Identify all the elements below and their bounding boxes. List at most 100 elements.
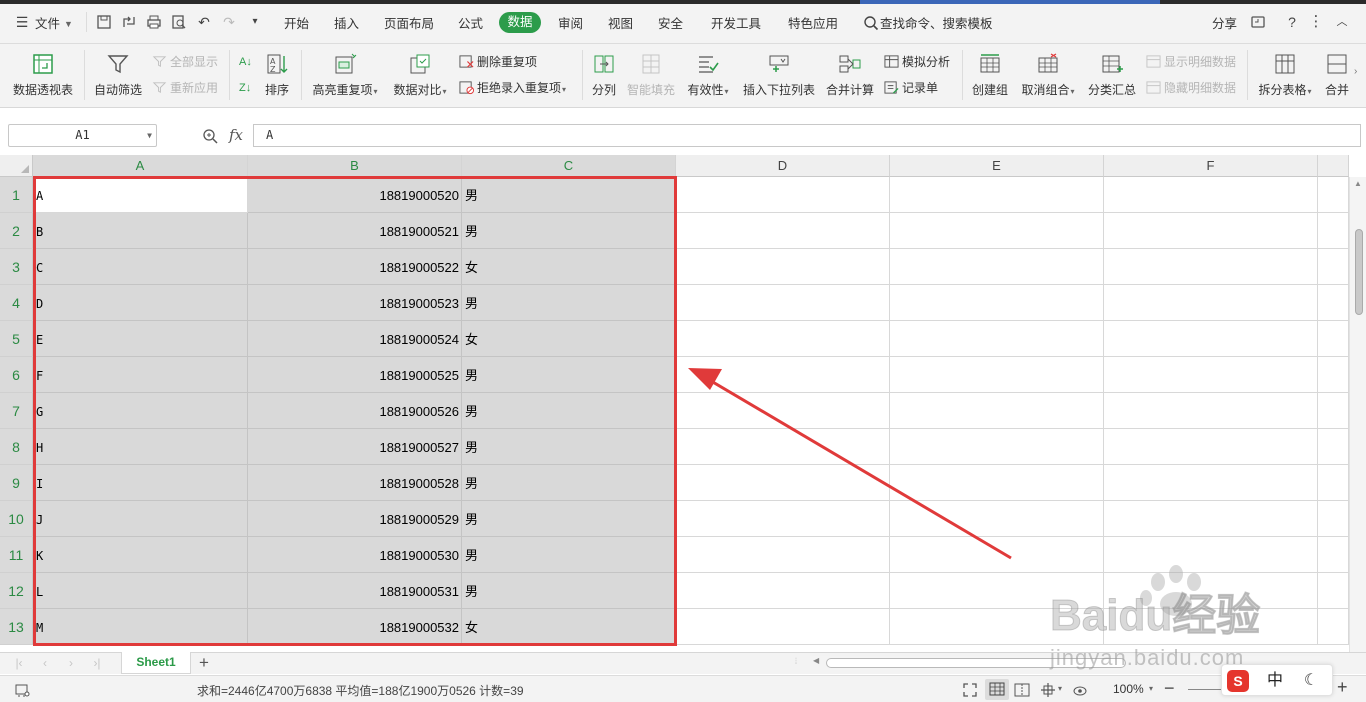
help-icon[interactable]: ? xyxy=(1284,14,1300,30)
cell-d12[interactable] xyxy=(676,573,890,609)
macro-record-icon[interactable] xyxy=(14,682,30,698)
cell-c3[interactable]: 女 xyxy=(462,249,676,285)
file-menu[interactable]: 文件 xyxy=(35,15,60,33)
row-header[interactable]: 9 xyxy=(0,465,33,501)
row-header[interactable]: 7 xyxy=(0,393,33,429)
cell-c5[interactable]: 女 xyxy=(462,321,676,357)
last-sheet-icon[interactable]: ›| xyxy=(90,655,104,671)
cell-f6[interactable] xyxy=(1104,357,1318,393)
row-header[interactable]: 5 xyxy=(0,321,33,357)
column-header-d[interactable]: D xyxy=(676,155,890,177)
ime-toolbar[interactable]: S 中 ☾ xyxy=(1221,664,1333,696)
row-header[interactable]: 2 xyxy=(0,213,33,249)
cell-b5[interactable]: 18819000524 xyxy=(248,321,462,357)
cell-a11[interactable]: K xyxy=(33,537,248,573)
record-form-button[interactable]: 记录单 xyxy=(884,80,938,96)
cell-c4[interactable]: 男 xyxy=(462,285,676,321)
cell-b11[interactable]: 18819000530 xyxy=(248,537,462,573)
tab-review[interactable]: 审阅 xyxy=(558,15,583,33)
save-icon[interactable] xyxy=(96,14,112,30)
cell-b3[interactable]: 18819000522 xyxy=(248,249,462,285)
cell-e4[interactable] xyxy=(890,285,1104,321)
row-header[interactable]: 13 xyxy=(0,609,33,645)
cell-c2[interactable]: 男 xyxy=(462,213,676,249)
tab-view[interactable]: 视图 xyxy=(608,15,633,33)
scroll-left-icon[interactable]: ◀ xyxy=(813,656,819,665)
cell-g12[interactable] xyxy=(1318,573,1349,609)
cell-g6[interactable] xyxy=(1318,357,1349,393)
cell-c6[interactable]: 男 xyxy=(462,357,676,393)
cell-c9[interactable]: 男 xyxy=(462,465,676,501)
cell-b13[interactable]: 18819000532 xyxy=(248,609,462,645)
cell-d4[interactable] xyxy=(676,285,890,321)
row-header[interactable]: 1 xyxy=(0,177,33,213)
ungroup-button[interactable]: 取消组合▾ xyxy=(1018,52,1078,98)
column-header-e[interactable]: E xyxy=(890,155,1104,177)
row-header[interactable]: 12 xyxy=(0,573,33,609)
redo-icon[interactable]: ↷ xyxy=(221,14,237,30)
zoom-formula-icon[interactable] xyxy=(202,128,218,144)
cell-a9[interactable]: I xyxy=(33,465,248,501)
highlight-duplicates-button[interactable]: 高亮重复项▾ xyxy=(309,52,381,98)
create-group-button[interactable]: 创建组 xyxy=(968,52,1012,98)
zoom-slider[interactable] xyxy=(1188,689,1222,690)
cell-a6[interactable]: F xyxy=(33,357,248,393)
row-header[interactable]: 6 xyxy=(0,357,33,393)
cell-e1[interactable] xyxy=(890,177,1104,213)
data-validation-button[interactable]: 有效性▾ xyxy=(684,52,732,98)
more-options-icon[interactable]: ⋮ xyxy=(1308,14,1324,30)
row-header[interactable]: 3 xyxy=(0,249,33,285)
search-icon[interactable] xyxy=(863,15,879,31)
vertical-scrollbar[interactable]: ▲ xyxy=(1349,177,1366,652)
cell-c11[interactable]: 男 xyxy=(462,537,676,573)
what-if-analysis-button[interactable]: 模拟分析 xyxy=(884,54,950,70)
zoom-out-icon[interactable]: − xyxy=(1164,678,1175,699)
name-box[interactable]: A1 ▼ xyxy=(8,124,157,147)
row-header[interactable]: 4 xyxy=(0,285,33,321)
cell-f1[interactable] xyxy=(1104,177,1318,213)
ribbon-scroll-right-icon[interactable]: › xyxy=(1354,66,1357,77)
split-table-button[interactable]: 拆分表格▾ xyxy=(1254,52,1316,98)
cell-d2[interactable] xyxy=(676,213,890,249)
cell-c1[interactable]: 男 xyxy=(462,177,676,213)
cell-g5[interactable] xyxy=(1318,321,1349,357)
subtotal-button[interactable]: 分类汇总 xyxy=(1086,52,1138,98)
show-all-button[interactable]: 全部显示 xyxy=(152,54,218,70)
vertical-scroll-thumb[interactable] xyxy=(1355,229,1363,315)
cell-f11[interactable] xyxy=(1104,537,1318,573)
eye-protection-icon[interactable] xyxy=(1072,682,1088,698)
zoom-dropdown-icon[interactable]: ▾ xyxy=(1149,684,1153,693)
merge-button[interactable]: 合并 xyxy=(1322,52,1352,98)
hide-detail-button[interactable]: 隐藏明细数据 xyxy=(1146,80,1236,96)
cell-c7[interactable]: 男 xyxy=(462,393,676,429)
cell-c8[interactable]: 男 xyxy=(462,429,676,465)
cell-f13[interactable] xyxy=(1104,609,1318,645)
remove-duplicates-button[interactable]: 删除重复项 xyxy=(459,54,537,70)
tab-special[interactable]: 特色应用 xyxy=(788,15,838,33)
cell-a8[interactable]: H xyxy=(33,429,248,465)
reject-duplicates-button[interactable]: 拒绝录入重复项▾ xyxy=(459,80,566,96)
collaborate-icon[interactable] xyxy=(1250,14,1266,30)
tab-data[interactable]: 数据 xyxy=(499,12,541,33)
export-icon[interactable] xyxy=(121,14,137,30)
command-search[interactable]: 查找命令、搜索模板 xyxy=(880,15,993,33)
cell-a7[interactable]: G xyxy=(33,393,248,429)
cell-a10[interactable]: J xyxy=(33,501,248,537)
add-sheet-icon[interactable]: + xyxy=(195,653,213,673)
scroll-up-icon[interactable]: ▲ xyxy=(1354,179,1362,188)
cell-f7[interactable] xyxy=(1104,393,1318,429)
cell-f10[interactable] xyxy=(1104,501,1318,537)
cell-b1[interactable]: 18819000520 xyxy=(248,177,462,213)
cell-d9[interactable] xyxy=(676,465,890,501)
reapply-button[interactable]: 重新应用 xyxy=(152,80,218,96)
next-sheet-icon[interactable]: › xyxy=(64,655,78,671)
undo-icon[interactable]: ↶ xyxy=(196,14,212,30)
cell-f9[interactable] xyxy=(1104,465,1318,501)
cell-f5[interactable] xyxy=(1104,321,1318,357)
tab-security[interactable]: 安全 xyxy=(658,15,683,33)
row-header[interactable]: 11 xyxy=(0,537,33,573)
cell-b8[interactable]: 18819000527 xyxy=(248,429,462,465)
cell-d10[interactable] xyxy=(676,501,890,537)
row-header[interactable]: 8 xyxy=(0,429,33,465)
cell-f4[interactable] xyxy=(1104,285,1318,321)
